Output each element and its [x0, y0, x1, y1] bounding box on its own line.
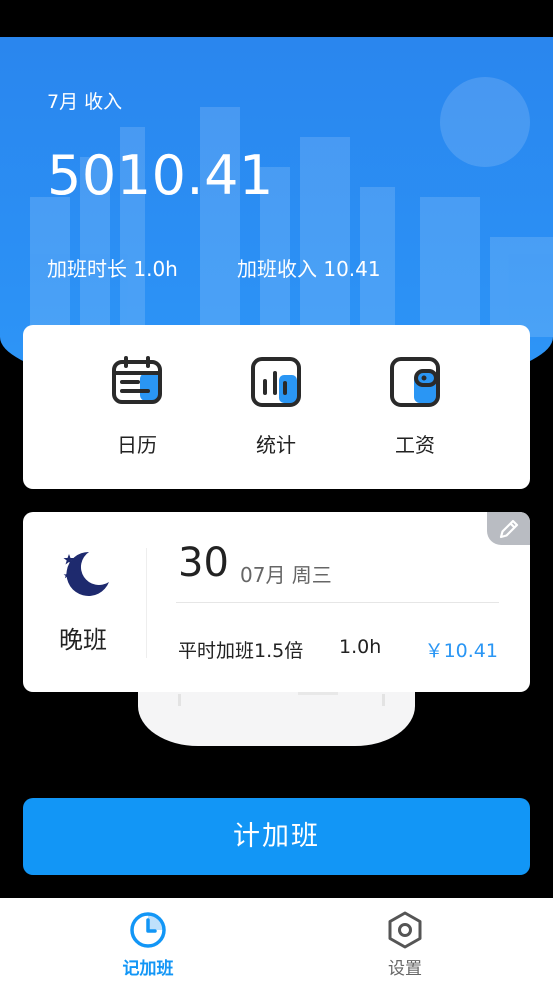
overtime-record-card[interactable]: 晚班 30 07月 周三 平时加班1.5倍 1.0h ￥10.41: [23, 512, 530, 692]
wallet-icon: [390, 357, 440, 407]
tab-label-record: 记加班: [122, 959, 174, 979]
edit-button[interactable]: [487, 512, 530, 545]
record-day: 30: [178, 540, 229, 586]
month-income-label: 7月 收入: [47, 91, 123, 113]
settings-icon: [388, 911, 422, 949]
menu-item-calendar[interactable]: 日历: [82, 355, 192, 458]
tab-record-overtime[interactable]: 记加班: [88, 910, 208, 979]
overtime-duration: 加班时长 1.0h: [47, 257, 178, 281]
menu-label-salary: 工资: [395, 433, 435, 457]
tab-settings[interactable]: 设置: [345, 910, 465, 979]
menu-item-salary[interactable]: 工资: [360, 355, 470, 458]
feature-menu-card: 日历 统计 工资: [23, 325, 530, 489]
overtime-hours: 1.0h: [339, 636, 382, 658]
app-screen: 7月 收入 5010.41 加班时长 1.0h 加班收入 10.41 日历 统计…: [0, 0, 553, 984]
menu-item-statistics[interactable]: 统计: [221, 355, 331, 458]
horizontal-divider: [176, 602, 499, 603]
menu-label-calendar: 日历: [117, 433, 157, 457]
chart-icon: [251, 357, 301, 407]
shift-type-label: 晚班: [59, 626, 107, 654]
menu-label-statistics: 统计: [256, 433, 296, 457]
vertical-divider: [146, 548, 147, 658]
record-overtime-button[interactable]: 计加班: [23, 798, 530, 875]
calendar-icon: [112, 356, 162, 404]
overtime-amount: ￥10.41: [424, 640, 498, 662]
overtime-income: 加班收入 10.41: [237, 257, 381, 281]
tab-label-settings: 设置: [388, 959, 422, 979]
night-moon-icon: [63, 551, 109, 596]
pencil-icon: [499, 519, 519, 539]
month-income-value: 5010.41: [47, 144, 274, 207]
clock-icon: [130, 912, 166, 948]
record-month-weekday: 07月 周三: [240, 563, 332, 587]
bottom-navigation: 记加班 设置: [0, 898, 553, 984]
overtime-type: 平时加班1.5倍: [178, 640, 304, 662]
